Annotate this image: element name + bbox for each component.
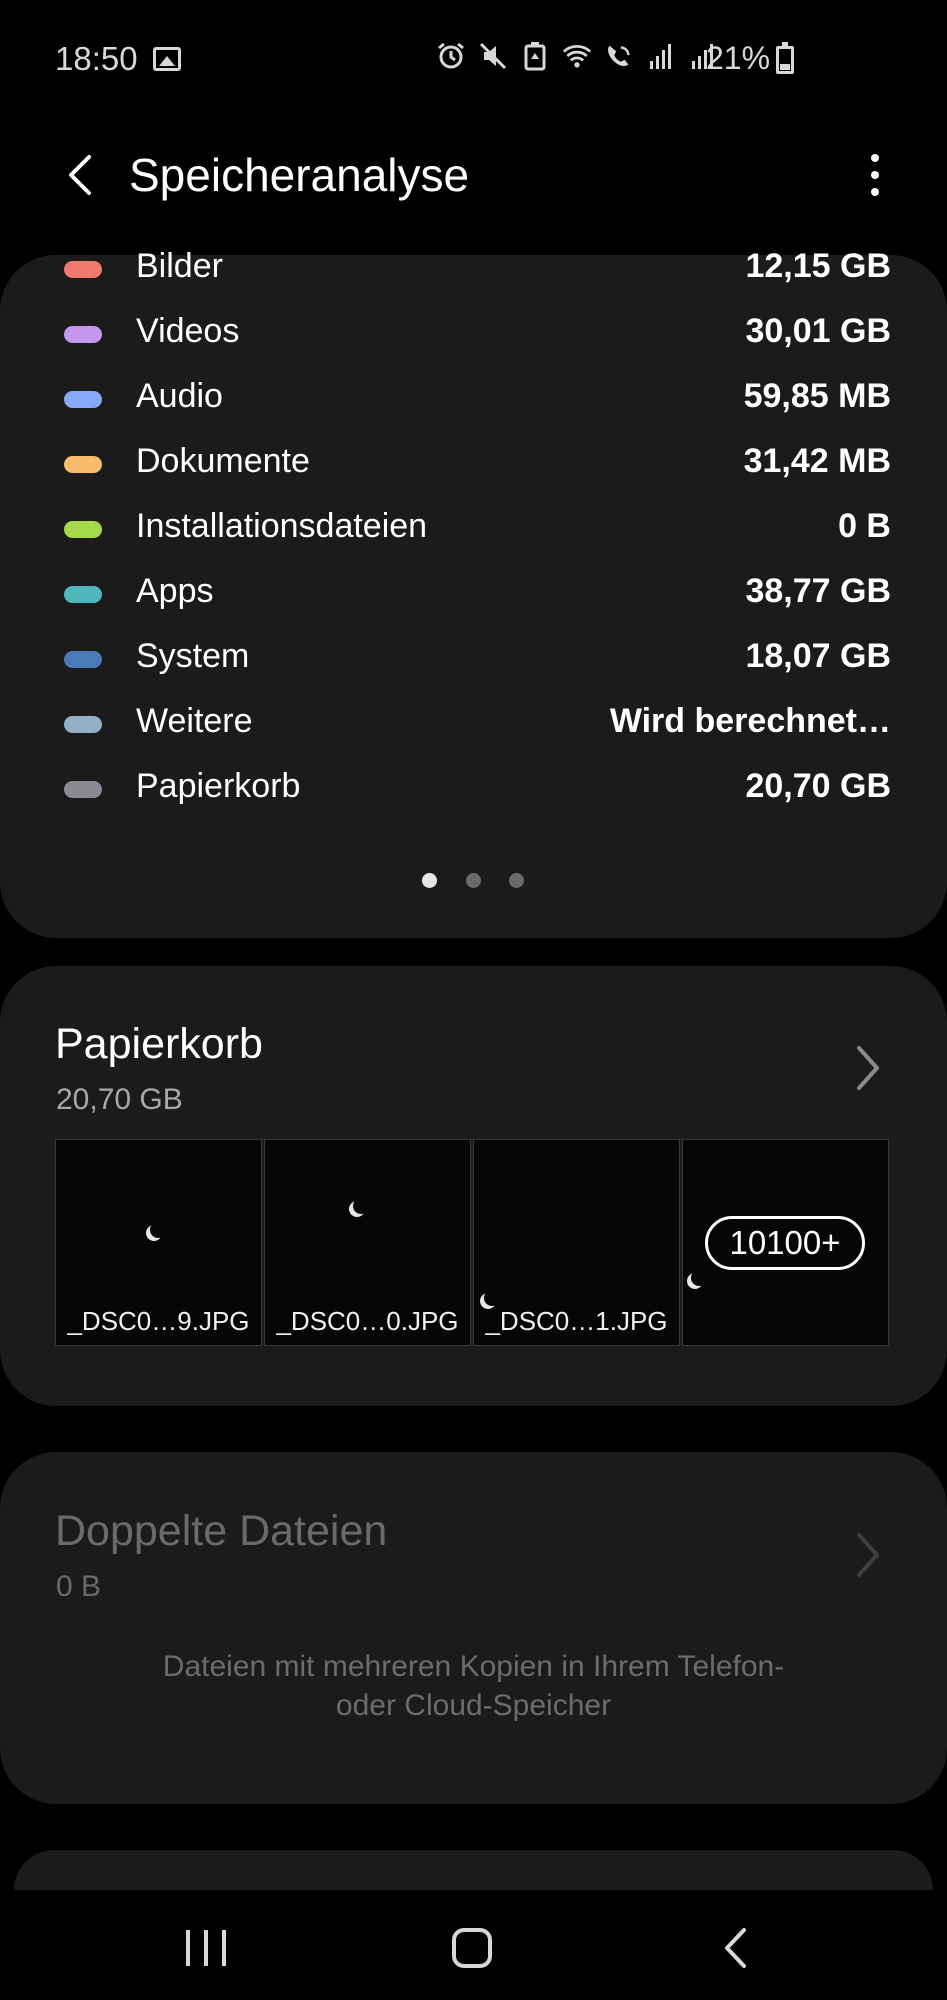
- trash-open-button[interactable]: [848, 1038, 888, 1098]
- legend-color-dot: [64, 261, 102, 278]
- legend-color-dot: [64, 716, 102, 733]
- duplicates-open-button[interactable]: [848, 1525, 888, 1585]
- battery-icon: [776, 42, 794, 74]
- legend-item-installationsdateien[interactable]: Installationsdateien 0 B: [0, 497, 947, 562]
- alarm-icon: [436, 40, 466, 72]
- thumbnail-more[interactable]: 10100+: [682, 1139, 889, 1346]
- legend-color-dot: [64, 521, 102, 538]
- recent-apps-icon[interactable]: [186, 1930, 226, 1966]
- chevron-right-icon: [857, 1533, 879, 1577]
- duplicates-card[interactable]: [0, 1452, 947, 1804]
- trash-title: Papierkorb: [55, 1020, 263, 1068]
- legend-color-dot: [64, 651, 102, 668]
- back-button[interactable]: [50, 140, 110, 210]
- legend-color-dot: [64, 456, 102, 473]
- signal-icon: [646, 40, 676, 72]
- page-dot-3[interactable]: [509, 873, 524, 888]
- image-icon: [153, 47, 181, 71]
- legend-color-dot: [64, 586, 102, 603]
- more-vertical-icon: [871, 154, 879, 162]
- legend-color-dot: [64, 391, 102, 408]
- legend-item-audio[interactable]: Audio 59,85 MB: [0, 367, 947, 432]
- thumbnail[interactable]: _DSC0…0.JPG: [264, 1139, 471, 1346]
- next-card-partial[interactable]: [14, 1850, 933, 1890]
- more-count-badge: 10100+: [705, 1216, 865, 1270]
- duplicates-size: 0 B: [56, 1570, 102, 1603]
- duplicates-title: Doppelte Dateien: [55, 1507, 388, 1555]
- legend-color-dot: [64, 326, 102, 343]
- legend-item-bilder[interactable]: Bilder 12,15 GB: [0, 237, 947, 302]
- page-dot-2[interactable]: [466, 873, 481, 888]
- legend-item-dokumente[interactable]: Dokumente 31,42 MB: [0, 432, 947, 497]
- chevron-right-icon: [857, 1046, 879, 1090]
- trash-size: 20,70 GB: [56, 1083, 183, 1116]
- thumbnail[interactable]: _DSC0…9.JPG: [55, 1139, 262, 1346]
- trash-thumbnails: _DSC0…9.JPG _DSC0…0.JPG _DSC0…1.JPG 1010…: [55, 1139, 890, 1346]
- more-options-button[interactable]: [850, 140, 900, 210]
- home-icon[interactable]: [452, 1928, 492, 1968]
- status-bar: 18:50 21%: [0, 0, 947, 120]
- legend-item-videos[interactable]: Videos 30,01 GB: [0, 302, 947, 367]
- status-time: 18:50: [55, 40, 138, 77]
- moon-image: [353, 1198, 369, 1214]
- thumbnail[interactable]: _DSC0…1.JPG: [473, 1139, 680, 1346]
- navigation-bar: [0, 1890, 947, 2000]
- wifi-icon: [562, 40, 592, 72]
- page-dot-1[interactable]: [422, 873, 437, 888]
- page-title: Speicheranalyse: [129, 149, 470, 201]
- legend-color-dot: [64, 781, 102, 798]
- legend-item-weitere[interactable]: Weitere Wird berechnet…: [0, 692, 947, 757]
- recycle-icon: [520, 40, 550, 72]
- legend-item-apps[interactable]: Apps 38,77 GB: [0, 562, 947, 627]
- battery-percent: 21%: [706, 40, 771, 76]
- status-icons: [436, 40, 718, 72]
- moon-image: [150, 1222, 166, 1238]
- chevron-left-icon: [69, 155, 91, 195]
- page-indicator[interactable]: [0, 873, 947, 893]
- duplicates-description: Dateien mit mehreren Kopien in Ihrem Tel…: [162, 1650, 785, 1722]
- moon-image: [484, 1290, 500, 1306]
- legend-item-system[interactable]: System 18,07 GB: [0, 627, 947, 692]
- back-icon[interactable]: [720, 1926, 750, 1970]
- wifi-call-icon: [604, 40, 634, 72]
- app-bar: Speicheranalyse: [0, 120, 947, 230]
- moon-image: [691, 1270, 707, 1286]
- legend-item-papierkorb[interactable]: Papierkorb 20,70 GB: [0, 757, 947, 822]
- mute-icon: [478, 40, 508, 72]
